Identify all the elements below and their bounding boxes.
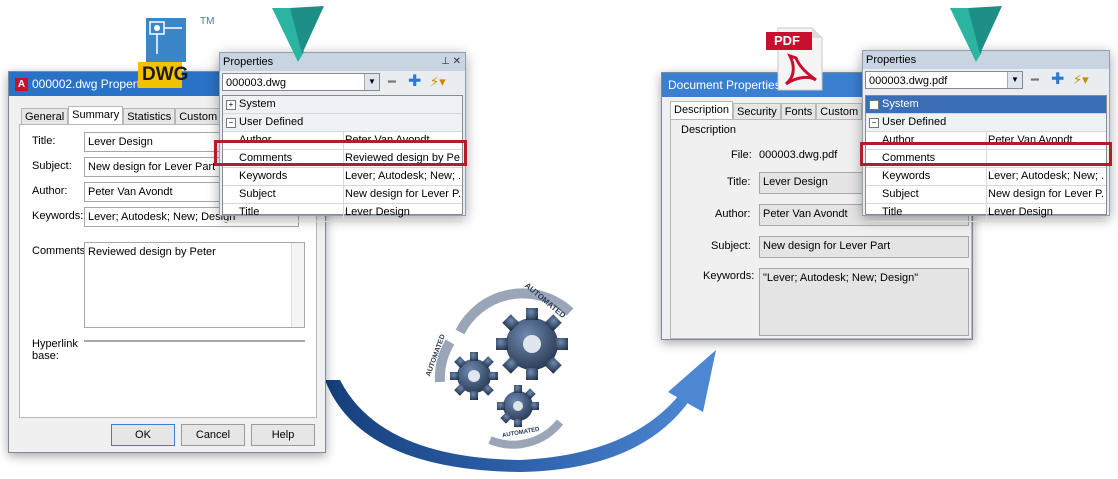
comments-textarea[interactable]: Reviewed design by Peter <box>84 242 305 328</box>
collapse-icon[interactable]: − <box>226 118 236 128</box>
category-system[interactable]: + System <box>223 96 462 114</box>
help-button[interactable]: Help <box>251 424 315 446</box>
autocad-app-icon: A <box>15 78 28 92</box>
comments-highlight <box>214 140 467 166</box>
property-row[interactable]: Title Lever Design <box>866 204 1106 222</box>
property-row[interactable]: Subject New design for Lever P... <box>223 186 462 204</box>
comments-scrollbar[interactable] <box>291 243 304 327</box>
add-icon[interactable]: ✚ <box>408 73 421 91</box>
tab-description[interactable]: Description <box>670 101 734 120</box>
comments-label: Comments: <box>32 245 89 257</box>
wand-icon[interactable]: ⚡▾ <box>430 73 446 91</box>
expand-icon[interactable]: + <box>226 100 236 110</box>
category-system[interactable]: + System <box>866 96 1106 114</box>
minus-icon[interactable]: ━ <box>1031 71 1039 89</box>
keywords-label: Keywords: <box>32 210 84 222</box>
subject-field[interactable]: New design for Lever Part <box>759 236 969 258</box>
dwg-logo-text: DWG <box>142 64 189 85</box>
author-label: Author: <box>715 208 751 220</box>
autodesk-logo-icon <box>272 6 324 62</box>
ok-button[interactable]: OK <box>111 424 175 446</box>
autodesk-logo-icon <box>950 6 1002 62</box>
chevron-down-icon[interactable]: ▼ <box>364 74 379 90</box>
file-label: File: <box>731 149 752 161</box>
minus-icon[interactable]: ━ <box>388 73 396 91</box>
collapse-icon[interactable]: − <box>869 118 879 128</box>
automation-graphic: AUTOMATED AUTOMATED AUTOMATED <box>420 272 600 462</box>
chevron-down-icon[interactable]: ▼ <box>1007 72 1022 88</box>
file-combo-value: 000003.dwg.pdf <box>869 75 948 87</box>
category-user-defined[interactable]: − User Defined <box>866 114 1106 132</box>
cancel-button[interactable]: Cancel <box>181 424 245 446</box>
property-row[interactable]: Keywords Lever; Autodesk; New; ... <box>866 168 1106 186</box>
dwg-trademark: TM <box>200 16 215 27</box>
dwg-logo: DWG TM <box>138 16 214 90</box>
palette-title: Properties <box>866 54 917 66</box>
title-label: Title: <box>727 176 751 188</box>
pdf-logo-text: PDF <box>774 33 800 48</box>
keywords-label: Keywords: <box>703 270 755 282</box>
property-row[interactable]: Keywords Lever; Autodesk; New; ... <box>223 168 462 186</box>
add-icon[interactable]: ✚ <box>1051 71 1064 89</box>
hyperlink-field[interactable] <box>84 340 305 342</box>
wand-icon[interactable]: ⚡▾ <box>1073 71 1089 89</box>
tab-summary[interactable]: Summary <box>68 106 124 125</box>
subject-label: Subject: <box>711 240 751 252</box>
comments-highlight <box>860 142 1112 166</box>
palette-title: Properties <box>223 56 274 68</box>
file-combo[interactable]: 000003.dwg.pdf ▼ <box>865 71 1023 89</box>
expand-icon[interactable]: + <box>869 100 879 110</box>
author-label: Author: <box>32 185 68 197</box>
section-description-label: Description <box>681 124 737 136</box>
dialog-title: 000002.dwg Properties <box>32 77 156 91</box>
property-row[interactable]: Title Lever Design <box>223 204 462 222</box>
property-row[interactable]: Subject New design for Lever P... <box>866 186 1106 204</box>
dwg-properties-palette: Properties ⊥ ✕ 000003.dwg ▼ ━ ✚ ⚡▾ + System… <box>219 52 466 222</box>
hyperlink-label: Hyperlink base: <box>32 338 78 362</box>
title-label: Title: <box>32 135 56 147</box>
file-combo[interactable]: 000003.dwg ▼ <box>222 73 380 91</box>
pdf-logo: PDF <box>764 26 826 92</box>
file-value: 000003.dwg.pdf <box>759 149 838 161</box>
palette-header[interactable]: Properties ⊥ ✕ <box>220 53 465 71</box>
subject-label: Subject: <box>32 160 72 172</box>
category-user-defined[interactable]: − User Defined <box>223 114 462 132</box>
file-combo-value: 000003.dwg <box>226 77 286 89</box>
pin-close-icon[interactable]: ⊥ ✕ <box>441 53 461 71</box>
comments-text: Reviewed design by Peter <box>88 246 216 258</box>
keywords-field[interactable]: "Lever; Autodesk; New; Design" <box>759 268 969 336</box>
pdf-properties-palette: Properties 000003.dwg.pdf ▼ ━ ✚ ⚡▾ + Syste… <box>862 50 1110 222</box>
